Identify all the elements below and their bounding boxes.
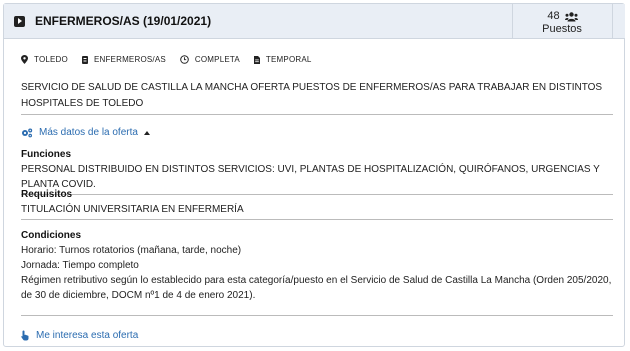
condiciones-line: Jornada: Tiempo completo xyxy=(21,260,139,271)
meta-contract: TEMPORAL xyxy=(253,55,312,64)
play-square-icon xyxy=(14,15,25,27)
header-side-strip xyxy=(612,4,625,38)
cogs-icon xyxy=(22,128,33,137)
hand-pointer-icon xyxy=(21,330,29,341)
requisitos-text: TITULACIÓN UNIVERSITARIA EN ENFERMERÍA xyxy=(21,204,244,215)
condiciones-line: Horario: Turnos rotatorios (mañana, tard… xyxy=(21,245,242,256)
meta-schedule: COMPLETA xyxy=(180,55,240,64)
puestos-count: 48 xyxy=(547,10,560,22)
interest-link[interactable]: Me interesa esta oferta xyxy=(21,330,138,341)
funciones-heading: Funciones xyxy=(21,149,72,160)
puestos-badge: 48 Puestos xyxy=(513,4,611,38)
condiciones-section: Condiciones Horario: Turnos rotatorios (… xyxy=(21,228,613,305)
condiciones-heading: Condiciones xyxy=(21,230,82,241)
offer-title-bar[interactable]: ENFERMEROS/AS (19/01/2021) xyxy=(4,4,513,38)
more-data-toggle[interactable]: Más datos de la oferta xyxy=(21,127,150,138)
users-icon xyxy=(564,11,578,21)
caret-up-icon xyxy=(143,130,150,135)
divider xyxy=(21,315,613,316)
offer-meta: TOLEDO ENFERMEROS/AS COMPLETA TEMPORAL xyxy=(21,55,326,64)
puestos-label: Puestos xyxy=(542,23,582,35)
meta-category: ENFERMEROS/AS xyxy=(81,55,166,64)
clock-icon xyxy=(180,55,189,64)
meta-location: TOLEDO xyxy=(21,55,68,64)
requisitos-heading: Requisitos xyxy=(21,189,73,200)
condiciones-line: Régimen retributivo según lo establecido… xyxy=(21,275,612,301)
meta-category-label: ENFERMEROS/AS xyxy=(93,55,166,64)
offer-header: ENFERMEROS/AS (19/01/2021) 48 Puestos xyxy=(4,4,625,39)
meta-schedule-label: COMPLETA xyxy=(194,55,240,64)
meta-location-label: TOLEDO xyxy=(34,55,68,64)
map-marker-icon xyxy=(21,55,28,64)
id-badge-icon xyxy=(81,55,88,64)
job-offer-card: ENFERMEROS/AS (19/01/2021) 48 Puestos TO… xyxy=(3,3,625,347)
requisitos-section: Requisitos TITULACIÓN UNIVERSITARIA EN E… xyxy=(21,187,613,220)
file-icon xyxy=(253,55,260,64)
offer-description: SERVICIO DE SALUD DE CASTILLA LA MANCHA … xyxy=(21,80,613,115)
interest-label: Me interesa esta oferta xyxy=(36,330,139,341)
meta-contract-label: TEMPORAL xyxy=(265,55,312,64)
more-data-label: Más datos de la oferta xyxy=(39,127,138,138)
offer-title: ENFERMEROS/AS (19/01/2021) xyxy=(35,14,212,28)
